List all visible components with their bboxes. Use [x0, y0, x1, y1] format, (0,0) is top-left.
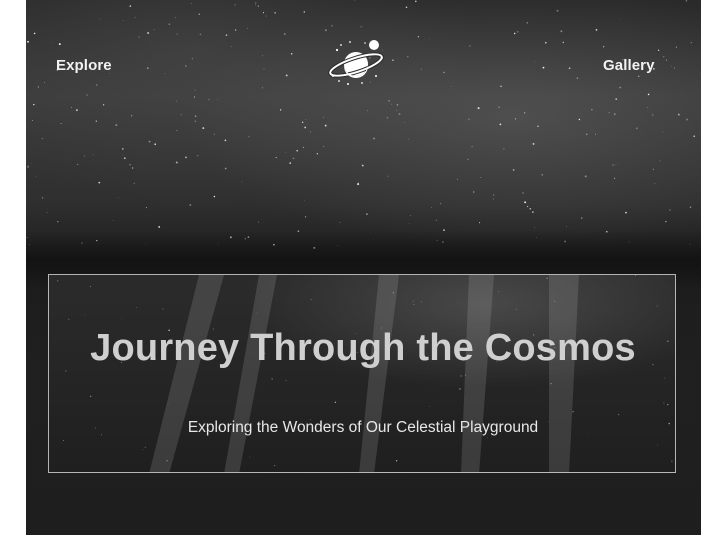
nav-gallery-link[interactable]: Gallery: [603, 57, 655, 74]
page-title: Journey Through the Cosmos: [90, 327, 636, 369]
hero-title-box: Journey Through the Cosmos Exploring the…: [48, 274, 676, 473]
page-subtitle: Exploring the Wonders of Our Celestial P…: [187, 419, 539, 436]
hero-background: Explore Gallery Journey Through the Cosm…: [26, 0, 701, 535]
planet-logo-icon[interactable]: [328, 38, 388, 88]
page: Explore Gallery Journey Through the Cosm…: [0, 0, 727, 535]
aurora-rays: [53, 275, 673, 472]
nav-explore-link[interactable]: Explore: [56, 57, 112, 74]
